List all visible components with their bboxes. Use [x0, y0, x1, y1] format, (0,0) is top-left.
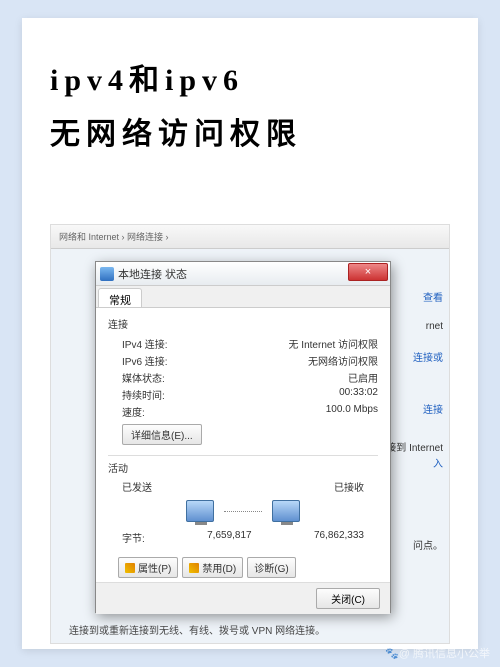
ipv4-label: IPv4 连接:: [122, 336, 168, 351]
network-icon: [100, 267, 114, 281]
watermark: 🐾@ 腾讯信息小公举: [385, 645, 490, 661]
duration-label: 持续时间:: [122, 387, 165, 402]
pc-icon-left: [186, 500, 214, 522]
ipv6-label: IPv6 连接:: [122, 353, 168, 368]
disable-label: 禁用(D): [202, 560, 236, 575]
bg-link-internet: rnet: [426, 321, 443, 332]
tab-strip: 常规: [96, 286, 390, 308]
activity-section: 活动 已发送 已接收 字节: 7,659,817 76,862,333: [108, 460, 378, 547]
bottom-caption: 连接到或重新连接到无线、有线、拨号或 VPN 网络连接。: [69, 622, 325, 637]
activity-labels: 已发送 已接收: [108, 479, 378, 494]
speed-label: 速度:: [122, 404, 145, 419]
properties-button[interactable]: 属性(P): [118, 557, 178, 578]
ipv6-row: IPv6 连接: 无网络访问权限: [108, 352, 378, 369]
article-card: ipv4和ipv6 无网络访问权限 网络和 Internet › 网络连接 › …: [22, 18, 478, 649]
details-button[interactable]: 详细信息(E)...: [122, 424, 202, 445]
recv-label: 已接收: [334, 479, 364, 494]
activity-graphic: [108, 500, 378, 522]
properties-label: 属性(P): [138, 560, 171, 575]
bytes-sent: 7,659,817: [207, 530, 252, 545]
media-value: 已启用: [348, 370, 378, 385]
ipv4-value: 无 Internet 访问权限: [289, 336, 378, 351]
diagnose-button[interactable]: 诊断(G): [247, 557, 295, 578]
article-title: ipv4和ipv6 无网络访问权限: [22, 18, 478, 162]
bytes-label: 字节:: [122, 530, 145, 545]
pc-icon-right: [272, 500, 300, 522]
title-line-2: 无网络访问权限: [50, 108, 450, 162]
duration-value: 00:33:02: [339, 387, 378, 402]
bg-link-conn2[interactable]: 连接: [423, 401, 443, 416]
background-toolbar: 网络和 Internet › 网络连接 ›: [51, 225, 449, 249]
speed-value: 100.0 Mbps: [326, 404, 378, 419]
disable-button[interactable]: 禁用(D): [182, 557, 243, 578]
dialog-body: 连接 IPv4 连接: 无 Internet 访问权限 IPv6 连接: 无网络…: [96, 308, 390, 582]
close-dialog-button[interactable]: 关闭(C): [316, 588, 380, 609]
ipv4-row: IPv4 连接: 无 Internet 访问权限: [108, 335, 378, 352]
bytes-row: 字节: 7,659,817 76,862,333: [108, 528, 378, 547]
connection-header: 连接: [108, 316, 378, 331]
dialog-footer: 关闭(C): [96, 582, 390, 614]
status-dialog: 本地连接 状态 × 常规 连接 IPv4 连接: 无 Internet 访问权限…: [95, 261, 391, 613]
close-button[interactable]: ×: [348, 263, 388, 281]
sent-label: 已发送: [122, 479, 152, 494]
title-line-1: ipv4和ipv6: [50, 54, 450, 108]
shield-icon: [125, 563, 135, 573]
diagnose-label: 诊断(G): [254, 560, 288, 575]
link-line: [224, 511, 262, 512]
ipv6-value: 无网络访问权限: [308, 353, 378, 368]
button-row: 属性(P) 禁用(D) 诊断(G): [108, 557, 378, 578]
dialog-title: 本地连接 状态: [118, 266, 187, 282]
bytes-recv: 76,862,333: [314, 530, 364, 545]
bg-link-dot: 问点。: [413, 537, 443, 552]
divider: [108, 455, 378, 456]
activity-header: 活动: [108, 460, 378, 475]
media-row: 媒体状态: 已启用: [108, 369, 378, 386]
dialog-titlebar[interactable]: 本地连接 状态 ×: [96, 262, 390, 286]
tab-general[interactable]: 常规: [98, 288, 142, 307]
bg-link-view[interactable]: 查看: [423, 289, 443, 304]
bg-link-conn[interactable]: 连接或: [413, 349, 443, 364]
speed-row: 速度: 100.0 Mbps: [108, 403, 378, 420]
bg-link-join[interactable]: 入: [433, 455, 443, 470]
duration-row: 持续时间: 00:33:02: [108, 386, 378, 403]
media-label: 媒体状态:: [122, 370, 165, 385]
screenshot-container: 网络和 Internet › 网络连接 › 查看 rnet 连接或 连接 连接到…: [50, 224, 450, 644]
shield-icon: [189, 563, 199, 573]
